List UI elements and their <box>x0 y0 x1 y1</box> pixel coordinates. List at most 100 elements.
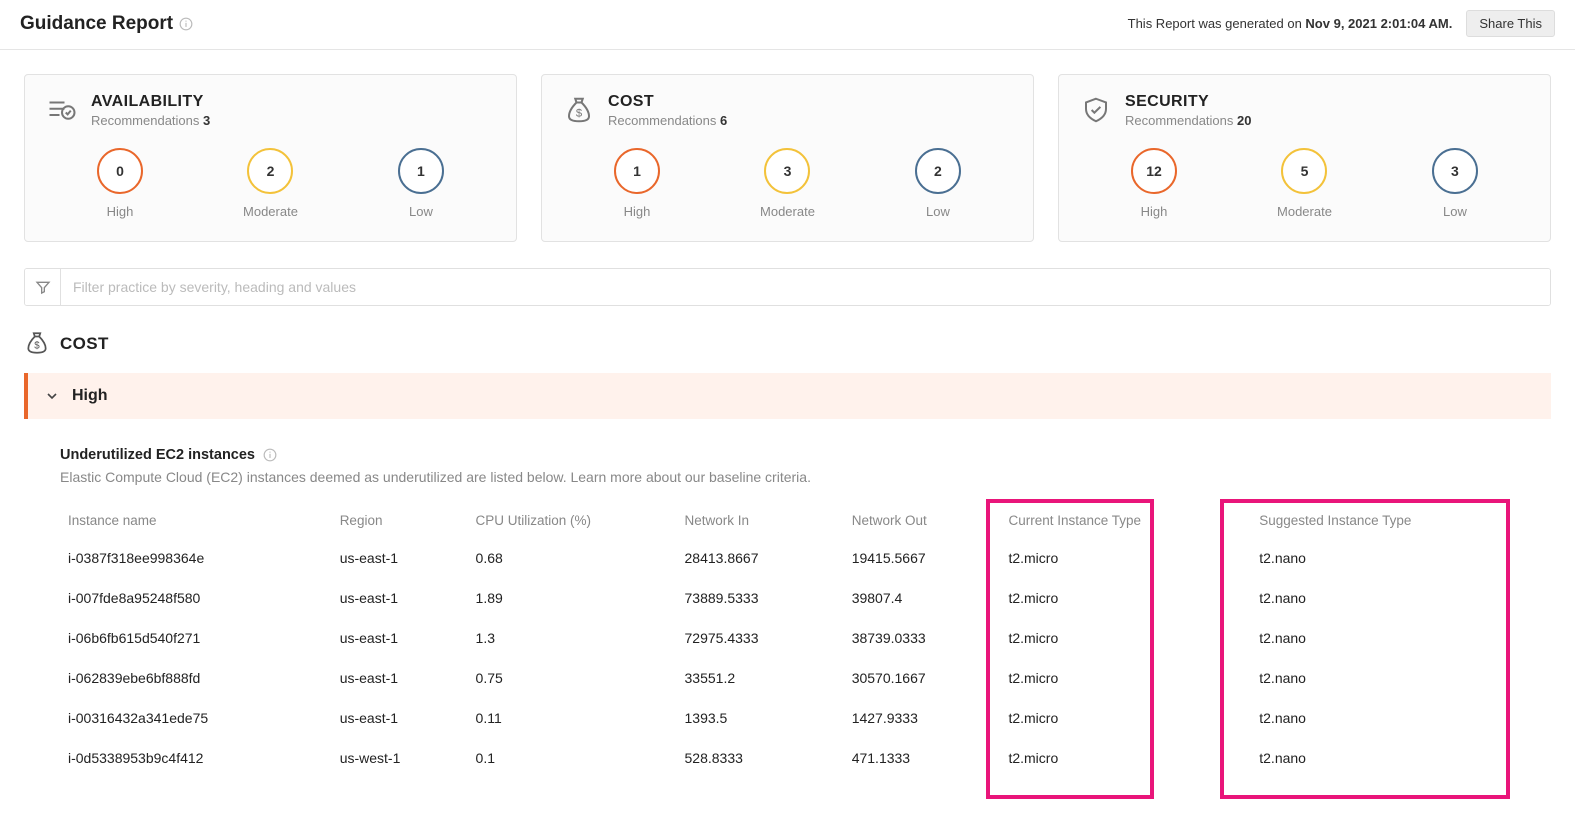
col-current-type[interactable]: Current Instance Type <box>1000 503 1251 538</box>
metric-low[interactable]: 2Low <box>915 148 961 219</box>
col-cpu[interactable]: CPU Utilization (%) <box>468 503 677 538</box>
metric-low[interactable]: 1Low <box>398 148 444 219</box>
card-title: AVAILABILITY <box>91 93 210 111</box>
metric-high[interactable]: 0High <box>97 148 143 219</box>
table-cell: 73889.5333 <box>677 578 844 618</box>
col-network-out[interactable]: Network Out <box>844 503 1001 538</box>
metric-high[interactable]: 12High <box>1131 148 1177 219</box>
generated-prefix: This Report was generated on <box>1128 16 1306 31</box>
svg-text:$: $ <box>576 107 583 119</box>
table-cell: 0.11 <box>468 698 677 738</box>
table-cell: i-0d5338953b9c4f412 <box>60 738 332 778</box>
table-cell: t2.nano <box>1251 658 1523 698</box>
table-cell: i-062839ebe6bf888fd <box>60 658 332 698</box>
availability-icon <box>47 95 77 128</box>
table-cell: 528.8333 <box>677 738 844 778</box>
table-cell: us-east-1 <box>332 538 468 578</box>
share-button[interactable]: Share This <box>1466 10 1555 37</box>
table-cell: us-east-1 <box>332 578 468 618</box>
table-cell: t2.nano <box>1251 578 1523 618</box>
table-cell: us-west-1 <box>332 738 468 778</box>
filter-input[interactable] <box>61 269 1550 305</box>
table-cell: 0.1 <box>468 738 677 778</box>
metric-moderate[interactable]: 3Moderate <box>760 148 815 219</box>
table-cell: 33551.2 <box>677 658 844 698</box>
table-cell: 1393.5 <box>677 698 844 738</box>
table-cell: i-06b6fb615d540f271 <box>60 618 332 658</box>
table-cell: t2.micro <box>1000 578 1251 618</box>
table-cell: t2.micro <box>1000 538 1251 578</box>
table-cell: t2.nano <box>1251 738 1523 778</box>
ec2-table: Instance name Region CPU Utilization (%)… <box>60 503 1523 778</box>
table-cell: i-00316432a341ede75 <box>60 698 332 738</box>
metric-low[interactable]: 3Low <box>1432 148 1478 219</box>
table-cell: 30570.1667 <box>844 658 1001 698</box>
card-subtitle: Recommendations 3 <box>91 113 210 128</box>
table-row[interactable]: i-00316432a341ede75us-east-10.111393.514… <box>60 698 1523 738</box>
table-cell: 471.1333 <box>844 738 1001 778</box>
table-cell: us-east-1 <box>332 658 468 698</box>
filter-icon[interactable] <box>25 269 61 305</box>
col-network-in[interactable]: Network In <box>677 503 844 538</box>
severity-row-high[interactable]: High <box>24 373 1551 419</box>
topbar: Guidance Report This Report was generate… <box>0 0 1575 50</box>
table-row[interactable]: i-06b6fb615d540f271us-east-11.372975.433… <box>60 618 1523 658</box>
table-cell: 28413.8667 <box>677 538 844 578</box>
detail-panel: Underutilized EC2 instances Elastic Comp… <box>24 419 1551 778</box>
table-row[interactable]: i-0387f318ee998364eus-east-10.6828413.86… <box>60 538 1523 578</box>
section-title: COST <box>60 334 109 354</box>
generated-text: This Report was generated on Nov 9, 2021… <box>1128 16 1453 31</box>
metric-high[interactable]: 1High <box>614 148 660 219</box>
col-suggested-type[interactable]: Suggested Instance Type <box>1251 503 1523 538</box>
metric-moderate[interactable]: 5Moderate <box>1277 148 1332 219</box>
detail-description: Elastic Compute Cloud (EC2) instances de… <box>60 469 1523 485</box>
table-cell: 1427.9333 <box>844 698 1001 738</box>
generated-date: Nov 9, 2021 2:01:04 AM. <box>1305 16 1452 31</box>
info-icon[interactable] <box>179 17 193 31</box>
card-subtitle: Recommendations 20 <box>1125 113 1251 128</box>
table-row[interactable]: i-0d5338953b9c4f412us-west-10.1528.83334… <box>60 738 1523 778</box>
card-security[interactable]: SECURITY Recommendations 20 12High 5Mode… <box>1058 74 1551 242</box>
card-cost[interactable]: $ COST Recommendations 6 1High 3Moderate… <box>541 74 1034 242</box>
detail-title: Underutilized EC2 instances <box>60 447 255 463</box>
table-cell: 19415.5667 <box>844 538 1001 578</box>
table-cell: t2.nano <box>1251 538 1523 578</box>
cost-icon: $ <box>24 330 50 359</box>
info-icon[interactable] <box>263 448 277 462</box>
table-row[interactable]: i-062839ebe6bf888fdus-east-10.7533551.23… <box>60 658 1523 698</box>
chevron-down-icon <box>44 388 60 404</box>
table-cell: us-east-1 <box>332 698 468 738</box>
cost-icon: $ <box>564 95 594 128</box>
table-cell: t2.micro <box>1000 698 1251 738</box>
card-title: SECURITY <box>1125 93 1251 111</box>
table-row[interactable]: i-007fde8a95248f580us-east-11.8973889.53… <box>60 578 1523 618</box>
table-cell: t2.nano <box>1251 698 1523 738</box>
card-subtitle: Recommendations 6 <box>608 113 727 128</box>
metric-moderate[interactable]: 2Moderate <box>243 148 298 219</box>
severity-label: High <box>72 387 108 405</box>
table-cell: t2.micro <box>1000 738 1251 778</box>
section-header-cost: $ COST <box>24 328 1551 359</box>
card-title: COST <box>608 93 727 111</box>
col-instance-name[interactable]: Instance name <box>60 503 332 538</box>
table-cell: 38739.0333 <box>844 618 1001 658</box>
svg-text:$: $ <box>34 340 40 351</box>
table-cell: 72975.4333 <box>677 618 844 658</box>
col-region[interactable]: Region <box>332 503 468 538</box>
filter-bar <box>24 268 1551 306</box>
table-cell: 39807.4 <box>844 578 1001 618</box>
table-cell: 1.3 <box>468 618 677 658</box>
table-cell: t2.micro <box>1000 658 1251 698</box>
table-header-row: Instance name Region CPU Utilization (%)… <box>60 503 1523 538</box>
page-title: Guidance Report <box>20 13 173 35</box>
table-cell: 1.89 <box>468 578 677 618</box>
table-cell: 0.68 <box>468 538 677 578</box>
shield-icon <box>1081 95 1111 128</box>
table-cell: i-007fde8a95248f580 <box>60 578 332 618</box>
table-cell: i-0387f318ee998364e <box>60 538 332 578</box>
table-cell: us-east-1 <box>332 618 468 658</box>
table-cell: t2.nano <box>1251 618 1523 658</box>
card-availability[interactable]: AVAILABILITY Recommendations 3 0High 2Mo… <box>24 74 517 242</box>
table-cell: t2.micro <box>1000 618 1251 658</box>
summary-cards: AVAILABILITY Recommendations 3 0High 2Mo… <box>24 74 1551 242</box>
